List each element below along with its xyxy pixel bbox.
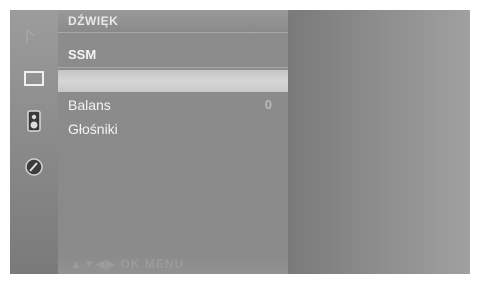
menu-item-label: Głośniki: [68, 121, 118, 137]
menu-header: DŹWIĘK: [58, 10, 288, 33]
tv-osd-screen: DŹWIĘK SSM Balans 0 Głośniki ▲▼◀▶ OK MEN…: [10, 10, 470, 274]
navigation-hint: ▲▼◀▶ OK MENU: [70, 257, 185, 271]
divider: [58, 67, 288, 68]
menu-item-glosniki[interactable]: Głośniki: [58, 118, 288, 140]
menu-item-label: Balans: [68, 97, 111, 113]
menu-item-balans[interactable]: Balans 0: [58, 94, 288, 116]
menu-title: DŹWIĘK: [68, 14, 119, 28]
preview-area: [288, 10, 470, 274]
picture-icon[interactable]: [23, 26, 45, 48]
screen-icon[interactable]: [23, 68, 45, 90]
clock-icon[interactable]: [23, 156, 45, 178]
sound-menu: DŹWIĘK SSM Balans 0 Głośniki ▲▼◀▶ OK MEN…: [58, 10, 288, 274]
balance-value: 0: [264, 97, 272, 112]
menu-item-selected[interactable]: [58, 70, 288, 92]
navigation-hint-bar: ▲▼◀▶ OK MENU: [58, 254, 288, 274]
menu-item-ssm[interactable]: SSM: [58, 44, 288, 66]
category-sidebar: [10, 10, 58, 274]
menu-item-label: SSM: [68, 47, 97, 62]
speaker-icon[interactable]: [23, 110, 45, 132]
